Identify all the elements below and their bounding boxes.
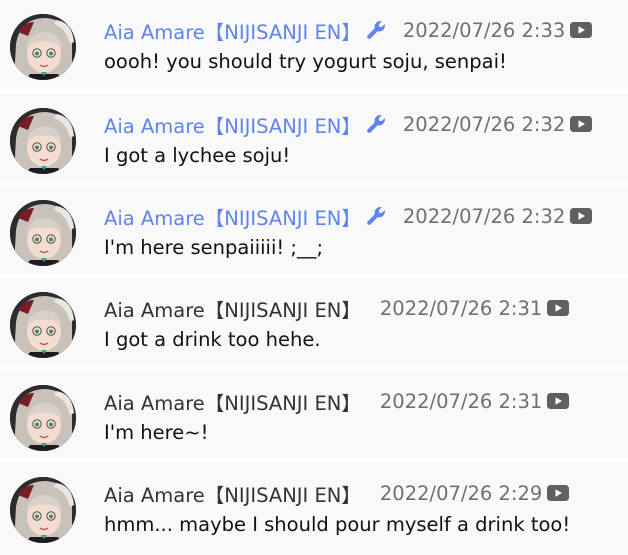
message-text: hmm... maybe I should pour myself a drin… (104, 513, 571, 536)
chat-message-list: Aia Amare【NIJISANJI EN】 2022/07/26 2:33 … (0, 0, 628, 555)
youtube-icon[interactable] (547, 300, 570, 316)
timestamp: 2022/07/26 2:31 (379, 296, 543, 320)
chat-message: Aia Amare【NIJISANJI EN】 2022/07/26 2:31 … (0, 278, 628, 365)
timestamp: 2022/07/26 2:33 (402, 18, 566, 42)
chat-message: Aia Amare【NIJISANJI EN】 2022/07/26 2:32 … (0, 94, 628, 181)
author-name[interactable]: Aia Amare【NIJISANJI EN】 (104, 202, 361, 231)
message-text: I got a drink too hehe. (104, 328, 321, 351)
youtube-icon[interactable] (547, 393, 570, 409)
wrench-icon (365, 113, 387, 135)
avatar[interactable] (10, 477, 76, 543)
author-name[interactable]: Aia Amare【NIJISANJI EN】 (104, 294, 361, 323)
timestamp: 2022/07/26 2:32 (402, 112, 566, 136)
avatar[interactable] (10, 200, 76, 266)
avatar[interactable] (10, 385, 76, 451)
wrench-icon (365, 19, 387, 41)
message-text: I'm here~! (104, 421, 209, 444)
avatar[interactable] (10, 292, 76, 358)
message-header: Aia Amare【NIJISANJI EN】 2022/07/26 2:32 (104, 202, 593, 231)
youtube-icon[interactable] (570, 116, 593, 132)
author-name[interactable]: Aia Amare【NIJISANJI EN】 (104, 387, 361, 416)
chat-message: Aia Amare【NIJISANJI EN】 2022/07/26 2:29 … (0, 463, 628, 555)
youtube-icon[interactable] (547, 485, 570, 501)
author-name[interactable]: Aia Amare【NIJISANJI EN】 (104, 479, 361, 508)
message-header: Aia Amare【NIJISANJI EN】 2022/07/26 2:32 (104, 110, 593, 139)
message-header: Aia Amare【NIJISANJI EN】 2022/07/26 2:33 (104, 16, 593, 45)
chat-message: Aia Amare【NIJISANJI EN】 2022/07/26 2:33 … (0, 0, 628, 87)
avatar[interactable] (10, 14, 76, 80)
message-text: I got a lychee soju! (104, 144, 291, 167)
message-header: Aia Amare【NIJISANJI EN】 2022/07/26 2:29 (104, 479, 570, 508)
author-name[interactable]: Aia Amare【NIJISANJI EN】 (104, 110, 361, 139)
message-text: I'm here senpaiiiii! ;__; (104, 236, 324, 259)
wrench-icon (365, 205, 387, 227)
timestamp: 2022/07/26 2:31 (379, 389, 543, 413)
author-name[interactable]: Aia Amare【NIJISANJI EN】 (104, 16, 361, 45)
youtube-icon[interactable] (570, 22, 593, 38)
timestamp: 2022/07/26 2:29 (379, 481, 543, 505)
timestamp: 2022/07/26 2:32 (402, 204, 566, 228)
chat-message: Aia Amare【NIJISANJI EN】 2022/07/26 2:32 … (0, 186, 628, 273)
message-header: Aia Amare【NIJISANJI EN】 2022/07/26 2:31 (104, 387, 570, 416)
message-header: Aia Amare【NIJISANJI EN】 2022/07/26 2:31 (104, 294, 570, 323)
youtube-icon[interactable] (570, 208, 593, 224)
chat-message: Aia Amare【NIJISANJI EN】 2022/07/26 2:31 … (0, 371, 628, 458)
message-text: oooh! you should try yogurt soju, senpai… (104, 50, 507, 73)
avatar[interactable] (10, 108, 76, 174)
